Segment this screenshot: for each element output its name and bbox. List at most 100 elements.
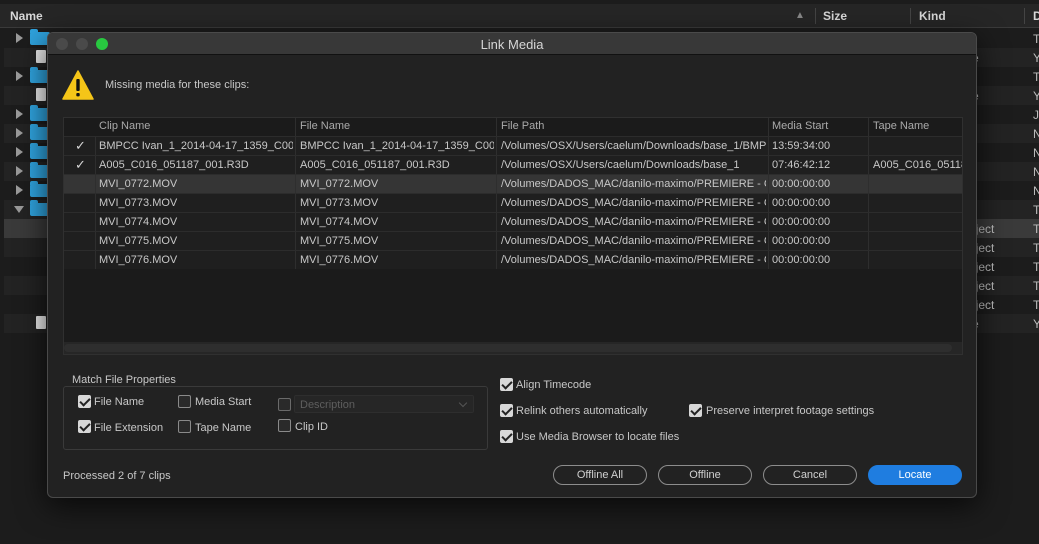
column-kind[interactable]: Kind	[919, 9, 946, 23]
tape-name-cell: A005_C016_0511879	[873, 159, 962, 171]
finder-date-text: T	[1033, 222, 1039, 236]
link-media-dialog: Link Media Missing media for these clips…	[47, 32, 977, 498]
disclosure-collapsed-icon[interactable]	[16, 71, 23, 81]
file-path-cell: /Volumes/DADOS_MAC/danilo-maximo/PREMIER…	[501, 216, 766, 228]
file-path-cell: /Volumes/OSX/Users/caelum/Downloads/base…	[501, 159, 740, 171]
description-checkbox[interactable]	[278, 398, 291, 411]
media-start-cell: 00:00:00:00	[772, 216, 831, 228]
finder-column-header: Name ▲ Size Kind D	[0, 4, 1039, 28]
media-start-label: Media Start	[195, 396, 252, 408]
file-name-checkbox[interactable]	[78, 395, 91, 408]
disclosure-expanded-icon[interactable]	[14, 206, 24, 213]
cancel-button[interactable]: Cancel	[763, 465, 857, 485]
media-start-cell: 13:59:34:00	[772, 140, 831, 152]
processed-status: Processed 2 of 7 clips	[63, 470, 171, 482]
column-file-name[interactable]: File Name	[300, 120, 350, 132]
file-name-cell: MVI_0775.MOV	[300, 235, 379, 247]
scrollbar-thumb[interactable]	[64, 344, 952, 352]
align-timecode-label: Align Timecode	[516, 379, 592, 391]
file-name-cell: MVI_0773.MOV	[300, 197, 379, 209]
match-file-properties-title: Match File Properties	[71, 374, 177, 386]
finder-date-text: T	[1033, 70, 1039, 84]
column-date[interactable]: D	[1033, 9, 1039, 23]
description-label: Description	[300, 399, 356, 411]
empty-row	[64, 288, 962, 307]
file-icon	[36, 50, 46, 63]
horizontal-scrollbar[interactable]	[64, 342, 962, 354]
checkmark-icon: ✓	[75, 157, 86, 172]
empty-row	[64, 269, 962, 288]
tape-name-label: Tape Name	[195, 422, 252, 434]
column-size[interactable]: Size	[823, 9, 847, 23]
disclosure-collapsed-icon[interactable]	[16, 109, 23, 119]
table-header: Clip Name File Name File Path Media Star…	[64, 118, 962, 136]
file-path-cell: /Volumes/DADOS_MAC/danilo-maximo/PREMIER…	[501, 254, 766, 266]
relink-others-label: Relink others automatically	[516, 405, 648, 417]
clip-name-cell: MVI_0773.MOV	[99, 197, 178, 209]
use-media-browser-label: Use Media Browser to locate files	[516, 431, 680, 443]
locate-button[interactable]: Locate	[868, 465, 962, 485]
table-row[interactable]: ✓ BMPCC Ivan_1_2014-04-17_1359_C0000 BMPCC…	[64, 136, 962, 155]
column-clip-name[interactable]: Clip Name	[99, 120, 150, 132]
file-name-cell: A005_C016_051187_001.R3D	[300, 159, 450, 171]
media-start-cell: 00:00:00:00	[772, 235, 831, 247]
column-tape-name[interactable]: Tape Name	[873, 120, 929, 132]
dialog-title: Link Media	[480, 37, 544, 52]
dialog-titlebar: Link Media	[48, 33, 976, 55]
clip-name-cell: MVI_0775.MOV	[99, 235, 178, 247]
disclosure-collapsed-icon[interactable]	[16, 185, 23, 195]
finder-date-text: N	[1033, 146, 1039, 160]
align-timecode-checkbox[interactable]	[500, 378, 513, 391]
media-start-cell: 00:00:00:00	[772, 178, 831, 190]
preserve-interpret-checkbox[interactable]	[689, 404, 702, 417]
sort-ascending-icon: ▲	[795, 10, 805, 21]
file-name-cell: MVI_0776.MOV	[300, 254, 379, 266]
finder-date-text: T	[1033, 298, 1039, 312]
file-icon	[36, 88, 46, 101]
media-start-checkbox[interactable]	[178, 395, 191, 408]
finder-date-text: N	[1033, 127, 1039, 141]
table-row[interactable]: MVI_0773.MOV MVI_0773.MOV/Volumes/DADOS_M…	[64, 193, 962, 212]
finder-date-text: Y	[1033, 89, 1039, 103]
finder-date-text: T	[1033, 279, 1039, 293]
column-file-path[interactable]: File Path	[501, 120, 544, 132]
finder-date-text: Y	[1033, 317, 1039, 331]
finder-date-text: N	[1033, 184, 1039, 198]
clip-name-cell: MVI_0774.MOV	[99, 216, 178, 228]
clip-id-checkbox[interactable]	[278, 419, 291, 432]
table-row[interactable]: MVI_0774.MOV MVI_0774.MOV/Volumes/DADOS_M…	[64, 212, 962, 231]
column-name[interactable]: Name	[10, 9, 43, 23]
disclosure-collapsed-icon[interactable]	[16, 33, 23, 43]
empty-row	[64, 307, 962, 326]
file-path-cell: /Volumes/DADOS_MAC/danilo-maximo/PREMIER…	[501, 197, 766, 209]
offline-all-button[interactable]: Offline All	[553, 465, 647, 485]
table-row[interactable]: MVI_0775.MOV MVI_0775.MOV/Volumes/DADOS_M…	[64, 231, 962, 250]
file-path-cell: /Volumes/OSX/Users/caelum/Downloads/base…	[501, 140, 766, 152]
column-media-start[interactable]: Media Start	[772, 120, 828, 132]
clip-id-label: Clip ID	[295, 421, 329, 433]
media-start-cell: 00:00:00:00	[772, 197, 831, 209]
finder-date-text: Y	[1033, 51, 1039, 65]
file-path-cell: /Volumes/DADOS_MAC/danilo-maximo/PREMIER…	[501, 235, 766, 247]
table-row[interactable]: ✓ A005_C016_051187_001.R3D A005_C016_05118…	[64, 155, 962, 174]
offline-button[interactable]: Offline	[658, 465, 752, 485]
file-name-cell: MVI_0774.MOV	[300, 216, 379, 228]
clip-name-cell: MVI_0772.MOV	[99, 178, 178, 190]
preserve-interpret-label: Preserve interpret footage settings	[706, 405, 875, 417]
file-name-cell: BMPCC Ivan_1_2014-04-17_1359_C0000	[300, 140, 494, 152]
disclosure-collapsed-icon[interactable]	[16, 147, 23, 157]
disclosure-collapsed-icon[interactable]	[16, 166, 23, 176]
disclosure-collapsed-icon[interactable]	[16, 128, 23, 138]
missing-media-message: Missing media for these clips:	[105, 79, 250, 91]
finder-date-text: T	[1033, 203, 1039, 217]
file-name-label: File Name	[94, 396, 145, 408]
table-row[interactable]: MVI_0776.MOV MVI_0776.MOV/Volumes/DADOS_M…	[64, 250, 962, 269]
warning-icon	[62, 70, 94, 100]
relink-others-checkbox[interactable]	[500, 404, 513, 417]
finder-date-text: N	[1033, 165, 1039, 179]
media-start-cell: 07:46:42:12	[772, 159, 831, 171]
table-row[interactable]: MVI_0772.MOV MVI_0772.MOV/Volumes/DADOS_M…	[64, 174, 962, 193]
tape-name-checkbox[interactable]	[178, 420, 191, 433]
use-media-browser-checkbox[interactable]	[500, 430, 513, 443]
file-extension-checkbox[interactable]	[78, 420, 91, 433]
